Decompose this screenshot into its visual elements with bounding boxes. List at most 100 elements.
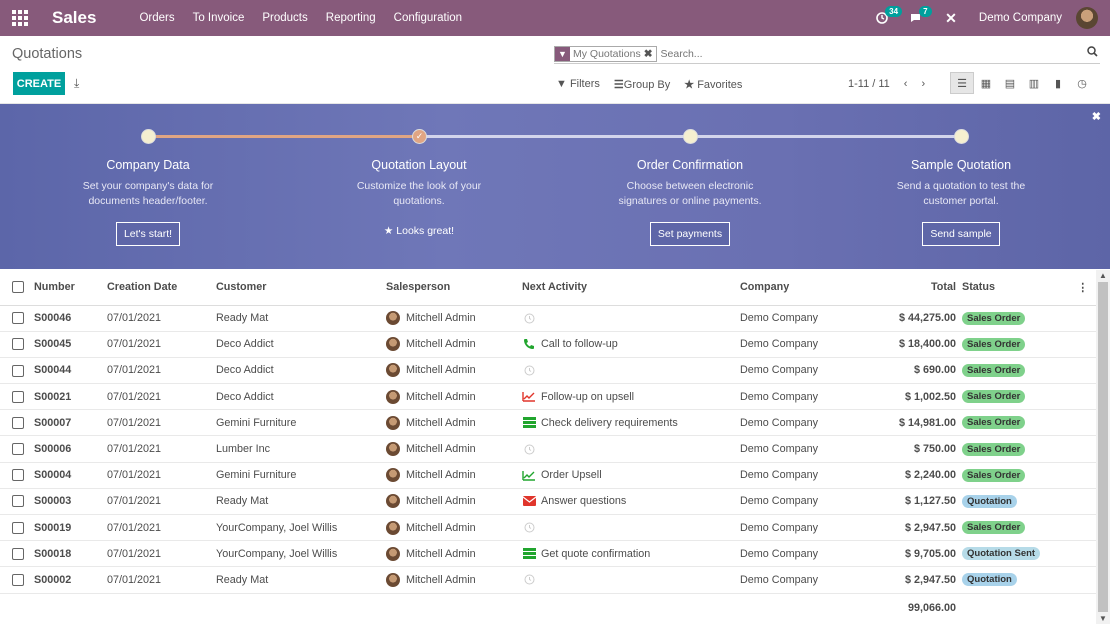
menu-products[interactable]: Products [253,12,316,24]
envelope-icon[interactable] [522,496,536,506]
row-checkbox[interactable] [12,522,24,534]
salesperson-name: Mitchell Admin [406,443,476,455]
optional-columns-icon[interactable]: ⋮ [1077,281,1088,294]
column-customer[interactable]: Customer [216,270,386,305]
calendar-view-icon[interactable]: ▤ [998,72,1022,94]
row-checkbox[interactable] [12,391,24,403]
row-checkbox[interactable] [12,574,24,586]
list-icon[interactable] [522,548,536,559]
cell-salesperson: Mitchell Admin [386,462,522,488]
clock-icon[interactable] [522,574,536,585]
step-order-confirmation: Order Confirmation Choose between electr… [590,158,790,246]
kanban-view-icon[interactable]: ▦ [974,72,998,94]
column-number[interactable]: Number [34,270,107,305]
search-icon[interactable] [1087,46,1098,60]
clock-icon[interactable] [522,522,536,533]
clock-icon[interactable] [522,313,536,324]
cell-next-activity[interactable] [522,515,740,541]
send-sample-button[interactable]: Send sample [922,222,999,246]
group-by-button[interactable]: ☰Group By [614,78,670,91]
table-row[interactable]: S0004607/01/2021Ready MatMitchell AdminD… [0,305,1096,331]
table-row[interactable]: S0000307/01/2021Ready MatMitchell AdminA… [0,488,1096,514]
scrollbar[interactable]: ▲ ▼ [1096,270,1110,624]
select-all-checkbox[interactable] [12,281,24,293]
menu-orders[interactable]: Orders [130,12,183,24]
cell-next-activity[interactable] [522,357,740,383]
table-row[interactable]: S0000207/01/2021Ready MatMitchell AdminD… [0,567,1096,593]
row-checkbox[interactable] [12,338,24,350]
cell-next-activity[interactable]: Call to follow-up [522,331,740,357]
cell-company: Demo Company [740,305,860,331]
download-icon[interactable]: ⤓ [74,76,79,91]
company-switcher[interactable]: Demo Company [979,12,1062,24]
filters-button[interactable]: ▼ Filters [556,78,600,91]
list-icon[interactable] [522,417,536,428]
pager-value[interactable]: 1-11 / 11 [848,78,890,90]
pager-next-icon[interactable]: › [921,78,925,90]
app-brand[interactable]: Sales [52,8,96,28]
column-creation-date[interactable]: Creation Date [107,270,216,305]
clock-icon[interactable] [522,444,536,455]
row-checkbox[interactable] [12,365,24,377]
table-row[interactable]: S0001807/01/2021YourCompany, Joel Willis… [0,541,1096,567]
facet-remove-icon[interactable]: ✖ [644,48,656,60]
activity-menu[interactable]: 34 [876,12,888,24]
apps-menu-icon[interactable] [0,0,40,36]
table-row[interactable]: S0002107/01/2021Deco AddictMitchell Admi… [0,384,1096,410]
cell-next-activity[interactable] [522,567,740,593]
cell-next-activity[interactable]: Order Upsell [522,462,740,488]
table-row[interactable]: S0004507/01/2021Deco AddictMitchell Admi… [0,331,1096,357]
cell-company: Demo Company [740,515,860,541]
table-row[interactable]: S0001907/01/2021YourCompany, Joel Willis… [0,515,1096,541]
column-salesperson[interactable]: Salesperson [386,270,522,305]
cell-customer: Ready Mat [216,488,386,514]
column-next-activity[interactable]: Next Activity [522,270,740,305]
set-payments-button[interactable]: Set payments [650,222,730,246]
clock-icon[interactable] [522,365,536,376]
row-checkbox[interactable] [12,443,24,455]
pager-previous-icon[interactable]: ‹ [904,78,908,90]
salesperson-name: Mitchell Admin [406,391,476,403]
create-button[interactable]: CREATE [13,72,65,95]
messaging-menu[interactable]: 7 [910,12,923,24]
cell-next-activity[interactable] [522,305,740,331]
menu-reporting[interactable]: Reporting [317,12,385,24]
menu-to-invoice[interactable]: To Invoice [184,12,254,24]
graph-view-icon[interactable]: ▮ [1046,72,1070,94]
cell-number: S00019 [34,515,107,541]
cell-next-activity[interactable]: Answer questions [522,488,740,514]
chart-red-icon[interactable] [522,391,536,402]
lets-start-button[interactable]: Let's start! [116,222,180,246]
scroll-up-icon[interactable]: ▲ [1099,271,1107,280]
favorites-button[interactable]: ★ Favorites [684,78,742,91]
list-view-icon[interactable]: ☰ [950,72,974,94]
scrollbar-thumb[interactable] [1098,282,1108,612]
row-checkbox[interactable] [12,548,24,560]
column-total[interactable]: Total [860,270,962,305]
pivot-view-icon[interactable]: ▥ [1022,72,1046,94]
phone-icon[interactable] [522,338,536,350]
table-row[interactable]: S0000707/01/2021Gemini FurnitureMitchell… [0,410,1096,436]
activity-view-icon[interactable]: ◷ [1070,72,1094,94]
debug-tools-icon[interactable]: ✕ [945,10,957,27]
chart-green-icon[interactable] [522,470,536,481]
cell-company: Demo Company [740,567,860,593]
cell-next-activity[interactable] [522,436,740,462]
cell-next-activity[interactable]: Follow-up on upsell [522,384,740,410]
row-checkbox[interactable] [12,417,24,429]
column-status[interactable]: Status⋮ [962,270,1096,305]
row-checkbox[interactable] [12,312,24,324]
menu-configuration[interactable]: Configuration [385,12,471,24]
table-row[interactable]: S0000607/01/2021Lumber IncMitchell Admin… [0,436,1096,462]
row-checkbox[interactable] [12,495,24,507]
table-row[interactable]: S0004407/01/2021Deco AddictMitchell Admi… [0,357,1096,383]
column-company[interactable]: Company [740,270,860,305]
close-icon[interactable]: ✖ [1092,110,1101,123]
scroll-down-icon[interactable]: ▼ [1099,614,1107,623]
table-row[interactable]: S0000407/01/2021Gemini FurnitureMitchell… [0,462,1096,488]
cell-next-activity[interactable]: Check delivery requirements [522,410,740,436]
cell-next-activity[interactable]: Get quote confirmation [522,541,740,567]
row-checkbox[interactable] [12,469,24,481]
search-input[interactable] [661,48,1081,60]
user-avatar[interactable] [1076,7,1098,29]
